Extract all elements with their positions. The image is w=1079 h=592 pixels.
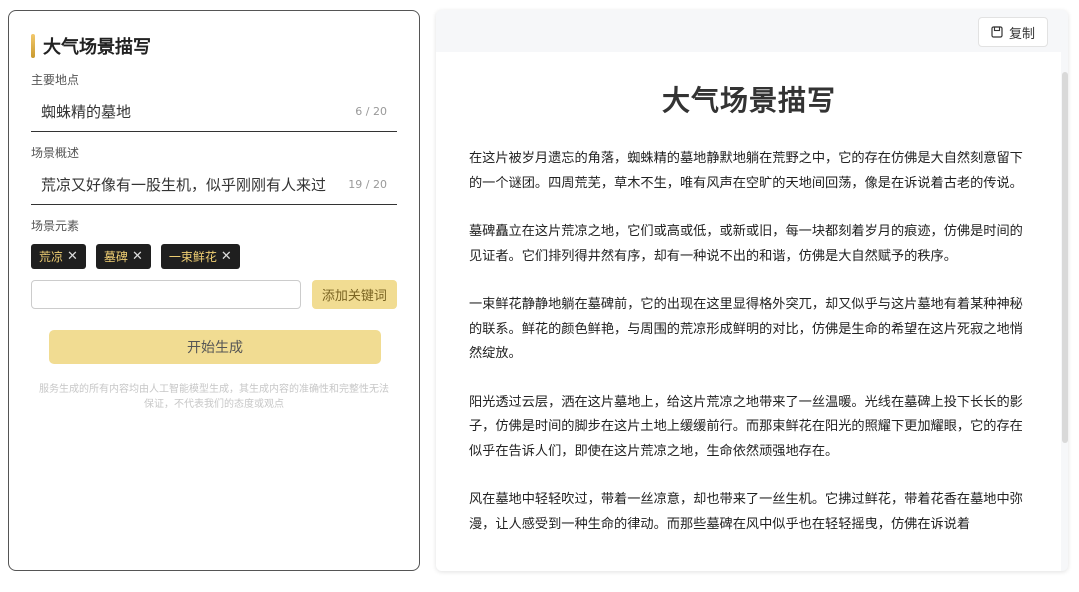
element-tags: 荒凉 ✕ 墓碑 ✕ 一束鲜花 ✕ [31, 244, 397, 269]
summary-label: 场景概述 [31, 146, 80, 160]
summary-input[interactable]: 荒凉又好像有一股生机，似乎刚刚有人来过 19 / 20 [31, 165, 397, 205]
tag-label: 荒凉 [39, 250, 64, 264]
summary-counter: 19 / 20 [348, 178, 387, 191]
generate-button[interactable]: 开始生成 [49, 330, 381, 364]
close-icon[interactable]: ✕ [67, 249, 78, 264]
location-input[interactable]: 蜘蛛精的墓地 6 / 20 [31, 92, 397, 132]
location-value: 蜘蛛精的墓地 [41, 103, 132, 121]
elements-label: 场景元素 [31, 219, 80, 233]
disclaimer-text: 服务生成的所有内容均由人工智能模型生成，其生成内容的准确性和完整性无法保证，不代… [39, 384, 389, 410]
doc-title: 大气场景描写 [661, 84, 836, 117]
tag-desolate: 荒凉 ✕ [31, 244, 86, 269]
keyword-input[interactable] [31, 280, 301, 309]
panel-title: 大气场景描写 [31, 33, 397, 59]
doc-paragraph: 墓碑矗立在这片荒凉之地，它们或高或低，或新或旧，每一块都刻着岁月的痕迹，仿佛是时… [469, 224, 1023, 264]
doc-paragraph: 阳光透过云层，洒在这片墓地上，给这片荒凉之地带来了一丝温暖。光线在墓碑上投下长长… [469, 394, 1023, 459]
doc-paragraph: 一束鲜花静静地躺在墓碑前，它的出现在这里显得格外突兀，却又似乎与这片墓地有着某种… [469, 297, 1023, 361]
location-counter: 6 / 20 [355, 105, 387, 118]
output-panel: 复制 大气场景描写 在这片被岁月遗忘的角落，蜘蛛精的墓地静默地躺在荒野之中，它的… [436, 10, 1068, 571]
keyword-row: 添加关键词 [31, 280, 397, 309]
generated-document: 大气场景描写 在这片被岁月遗忘的角落，蜘蛛精的墓地静默地躺在荒野之中，它的存在仿… [436, 52, 1061, 571]
summary-value: 荒凉又好像有一股生机，似乎刚刚有人来过 [41, 176, 327, 194]
scrollbar[interactable] [1062, 72, 1068, 443]
title-accent-bar [31, 34, 35, 58]
close-icon[interactable]: ✕ [221, 249, 232, 264]
save-icon [991, 26, 1003, 38]
copy-label: 复制 [1008, 26, 1035, 42]
panel-title-text: 大气场景描写 [43, 37, 151, 58]
add-keyword-button[interactable]: 添加关键词 [311, 280, 397, 309]
close-icon[interactable]: ✕ [132, 249, 143, 264]
tag-label: 墓碑 [103, 250, 128, 264]
tag-label: 一束鲜花 [168, 250, 217, 264]
copy-button[interactable]: 复制 [978, 17, 1048, 47]
tag-tombstone: 墓碑 ✕ [95, 244, 151, 269]
doc-paragraph: 风在墓地中轻轻吹过，带着一丝凉意，却也带来了一丝生机。它拂过鲜花，带着花香在墓地… [469, 492, 1023, 532]
location-label: 主要地点 [31, 73, 80, 87]
doc-paragraph: 在这片被岁月遗忘的角落，蜘蛛精的墓地静默地躺在荒野之中，它的存在仿佛是大自然刻意… [469, 151, 1023, 191]
scene-form-panel: 大气场景描写 主要地点 蜘蛛精的墓地 6 / 20 场景概述 荒凉又好像有一股生… [8, 10, 420, 571]
tag-flowers: 一束鲜花 ✕ [160, 244, 240, 269]
